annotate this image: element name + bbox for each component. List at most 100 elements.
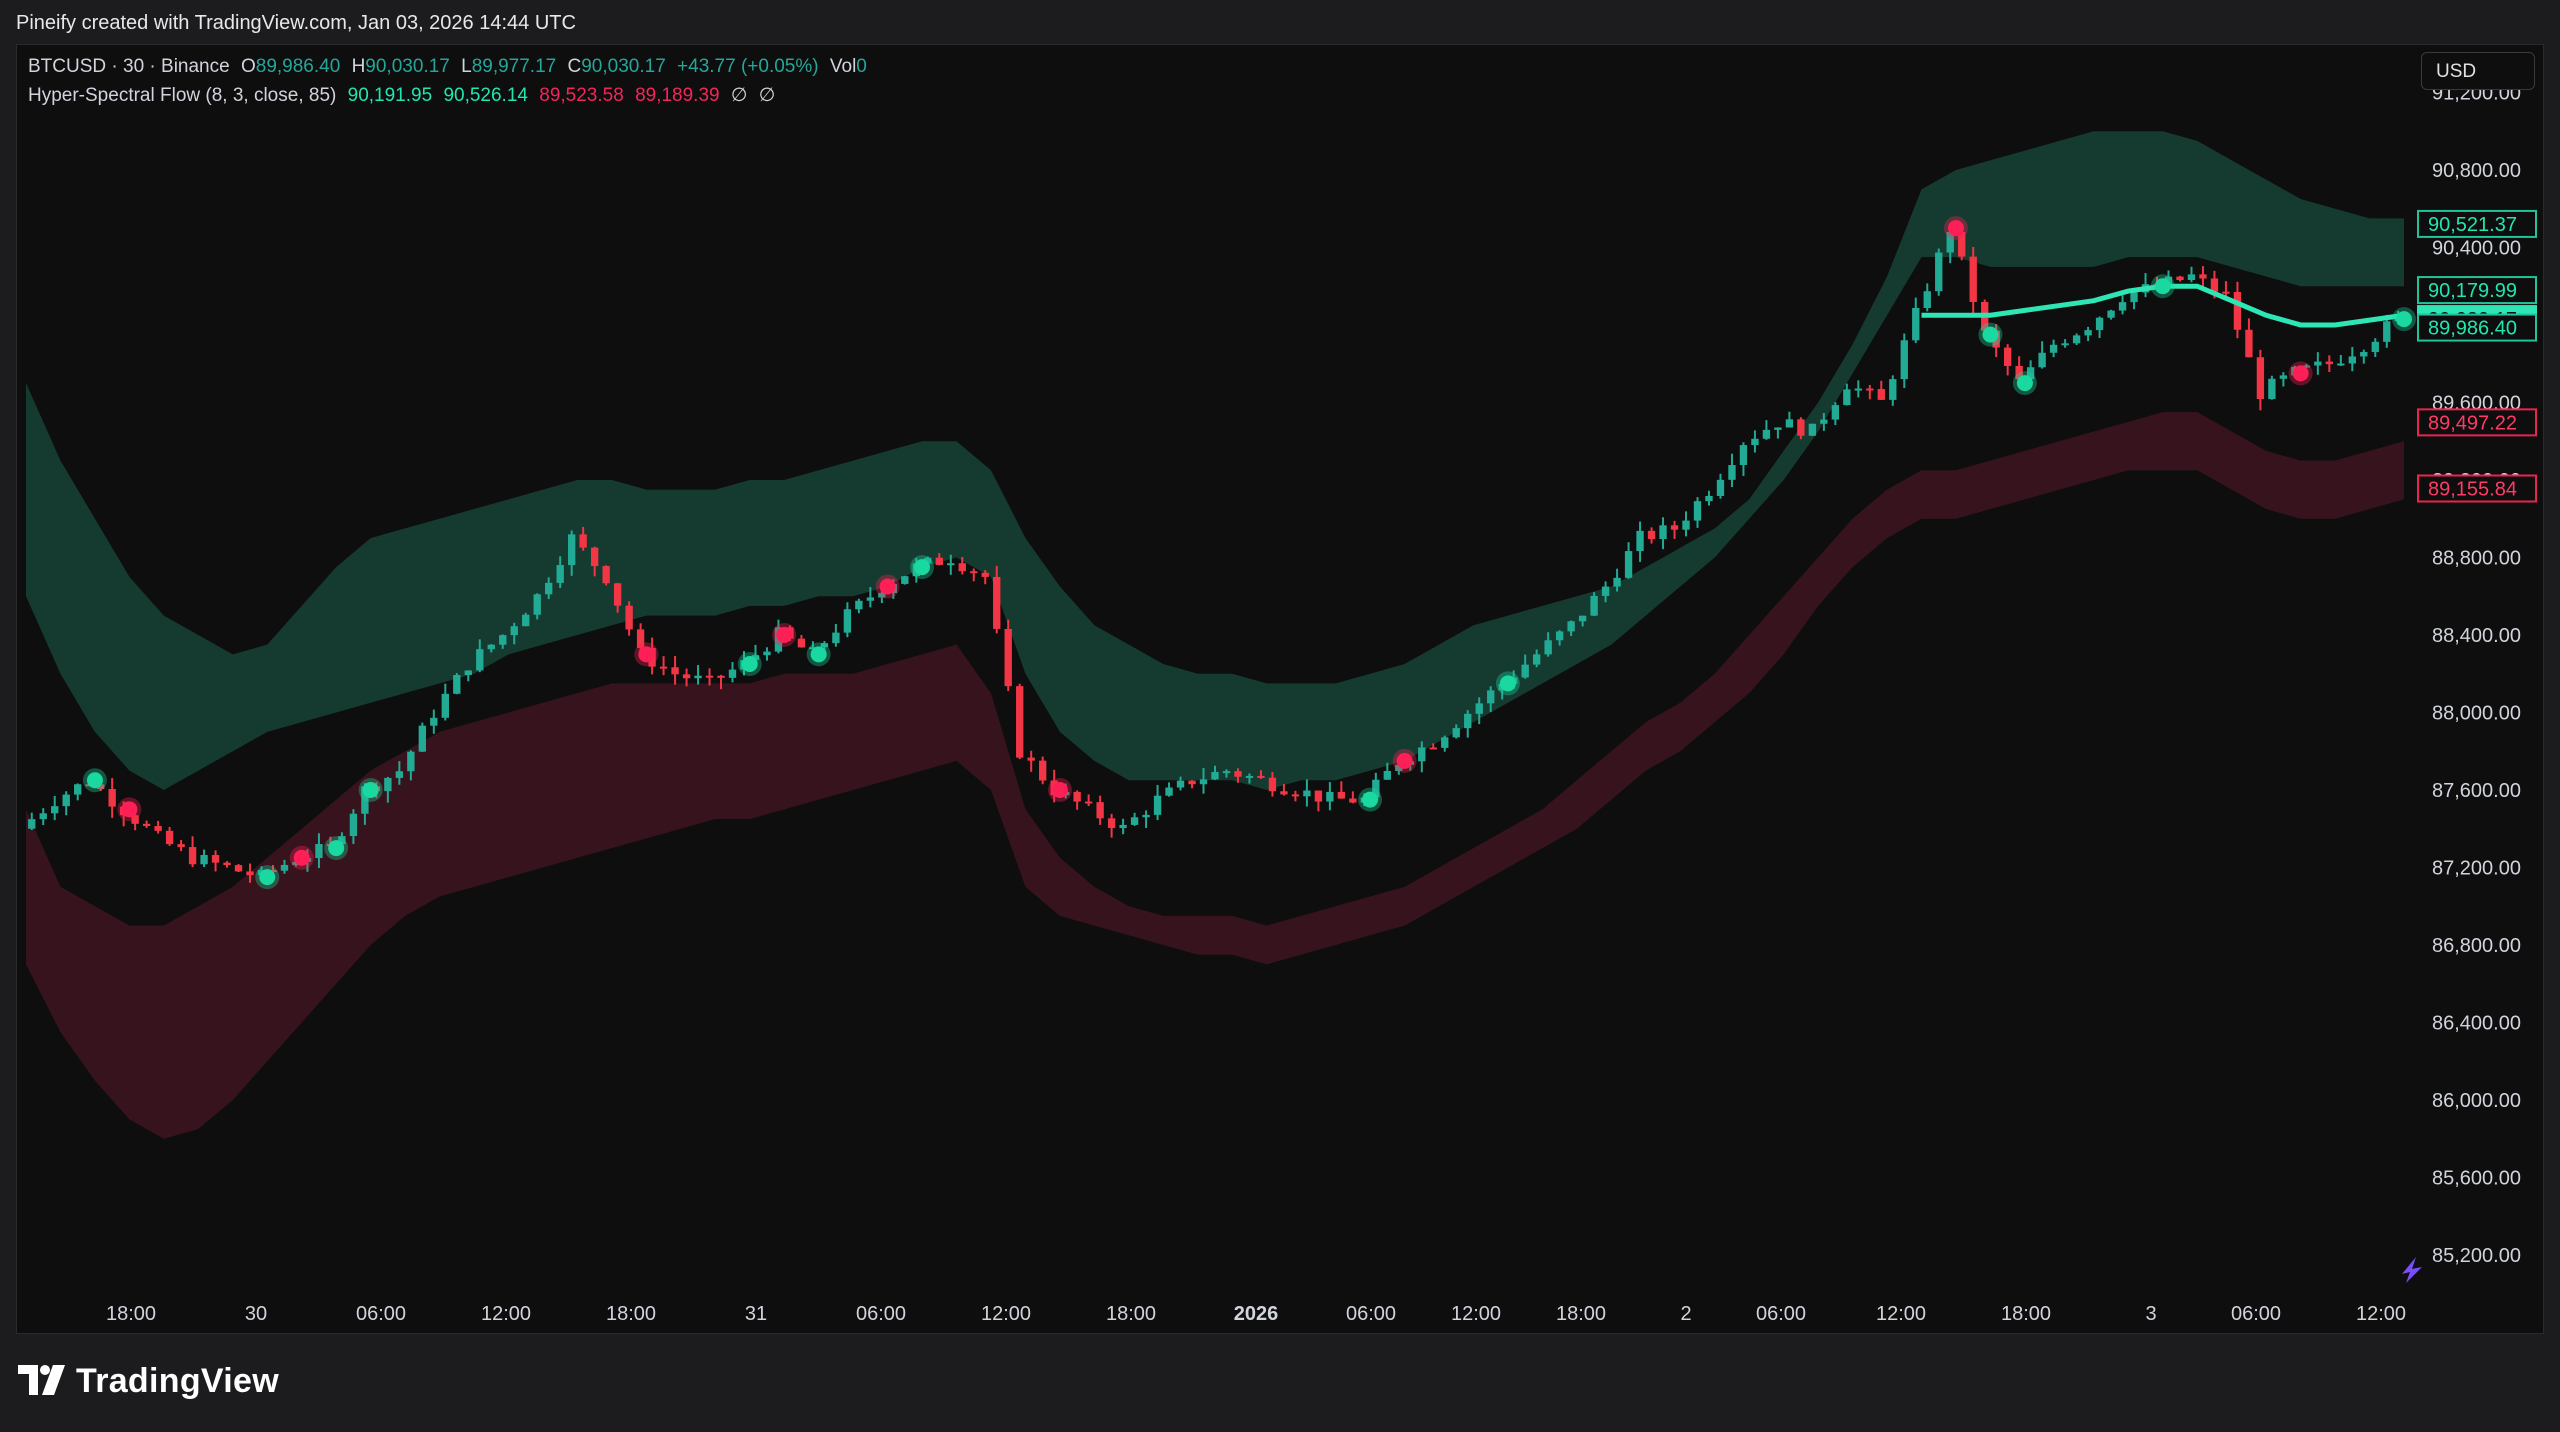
candle-body — [832, 632, 840, 644]
low-value: 89,977.17 — [471, 56, 557, 77]
candle-body — [1016, 686, 1024, 758]
x-tick-label: 31 — [745, 1303, 767, 1325]
candle-body — [1199, 779, 1208, 785]
candle-body — [1820, 419, 1828, 424]
sell-signal — [1396, 752, 1413, 769]
candle-body — [2084, 330, 2092, 336]
candle-body — [234, 865, 243, 872]
candle-body — [1590, 595, 1598, 616]
buy-signal — [1982, 326, 1999, 343]
candle-body — [533, 594, 541, 615]
y-tick-label: 86,800.00 — [2432, 935, 2521, 957]
candle-body — [2222, 291, 2230, 294]
sparkle-icon[interactable] — [2398, 1255, 2428, 1285]
candle-body — [970, 571, 978, 574]
candle-body — [487, 644, 495, 650]
candle-body — [1441, 737, 1449, 748]
candle-body — [407, 751, 415, 772]
buy-signal — [1499, 675, 1516, 692]
x-tick-label: 12:00 — [981, 1303, 1031, 1325]
candle-body — [1636, 530, 1644, 552]
candle-body — [659, 666, 668, 669]
candle-body — [1176, 780, 1185, 788]
candle-body — [1935, 252, 1943, 292]
candle-body — [993, 576, 1001, 629]
candle-body — [1418, 747, 1426, 762]
candle-body — [1039, 760, 1047, 781]
x-tick-label: 12:00 — [1451, 1303, 1501, 1325]
candle-body — [1234, 771, 1242, 777]
open-value: 89,986.40 — [255, 56, 341, 77]
candle-body — [728, 669, 737, 678]
candle-body — [1785, 419, 1794, 428]
candle-body — [1705, 495, 1713, 502]
candle-body — [1268, 777, 1277, 792]
buy-signal — [328, 840, 345, 857]
y-tick-label: 86,400.00 — [2432, 1012, 2521, 1034]
candle-body — [1866, 388, 1874, 391]
y-tick-label: 88,800.00 — [2432, 547, 2521, 569]
change-value: +43.77 (+0.05%) — [677, 56, 819, 77]
candle-body — [211, 855, 220, 863]
candle-body — [74, 784, 82, 795]
candle-body — [1601, 586, 1610, 596]
candle-body — [1532, 654, 1541, 665]
candle-body — [1257, 775, 1265, 778]
candle-body — [1555, 631, 1564, 641]
candle-body — [1073, 791, 1081, 802]
candle-body — [1969, 256, 1977, 302]
candle-body — [1843, 389, 1851, 406]
x-tick-label: 30 — [245, 1303, 267, 1325]
candle-body — [430, 717, 438, 726]
chart-credit: Pineify created with TradingView.com, Ja… — [16, 12, 576, 34]
open-label: O — [240, 56, 256, 77]
buy-signal — [2016, 375, 2033, 392]
candle-body — [625, 605, 633, 630]
candle-body — [441, 693, 449, 718]
candle-body — [188, 847, 197, 865]
candle-body — [1900, 340, 1908, 380]
buy-signal — [810, 646, 827, 663]
candle-body — [2371, 341, 2379, 353]
candle-body — [280, 864, 289, 871]
candle-body — [763, 651, 771, 656]
symbol-title[interactable]: BTCUSD · 30 · Binance — [28, 56, 230, 77]
candle-body — [556, 565, 564, 583]
candle-body — [1923, 291, 1931, 308]
candle-body — [1578, 615, 1587, 622]
candle-body — [1567, 621, 1575, 632]
indicator-value-1: 90,191.95 — [347, 85, 433, 106]
candle-body — [200, 855, 208, 865]
candle-body — [2337, 363, 2345, 366]
candle-body — [1544, 640, 1552, 655]
candle-body — [579, 534, 587, 548]
candle-body — [1165, 787, 1173, 796]
price-label: 90,521.37 — [2428, 214, 2517, 236]
candle-body — [1751, 438, 1759, 446]
buy-signal — [914, 559, 931, 576]
candle-body — [1475, 703, 1483, 714]
buy-signal — [259, 869, 276, 886]
x-tick-label: 18:00 — [1106, 1303, 1156, 1325]
candle-body — [1429, 747, 1437, 750]
sell-signal — [638, 646, 655, 663]
indicator-na-1: ∅ — [730, 85, 748, 106]
indicator-title[interactable]: Hyper-Spectral Flow (8, 3, close, 85) — [28, 85, 336, 106]
candle-body — [499, 635, 507, 645]
candle-body — [958, 563, 966, 572]
candle-body — [2279, 375, 2288, 379]
buy-signal — [1362, 791, 1379, 808]
price-chart[interactable]: 91,200.0090,800.0090,400.0090,000.0089,6… — [16, 44, 2544, 1334]
candle-body — [797, 638, 806, 648]
currency-button[interactable]: USD — [2421, 52, 2535, 90]
candle-body — [315, 844, 323, 859]
indicator-legend: Hyper-Spectral Flow (8, 3, close, 85) 90… — [28, 84, 775, 107]
candle-body — [568, 534, 576, 566]
candle-body — [1521, 664, 1529, 678]
candle-body — [142, 823, 151, 827]
candle-body — [1728, 465, 1736, 480]
sell-signal — [2292, 365, 2309, 382]
buy-signal — [2396, 311, 2412, 328]
y-tick-label: 87,600.00 — [2432, 780, 2521, 802]
candle-body — [384, 777, 392, 792]
